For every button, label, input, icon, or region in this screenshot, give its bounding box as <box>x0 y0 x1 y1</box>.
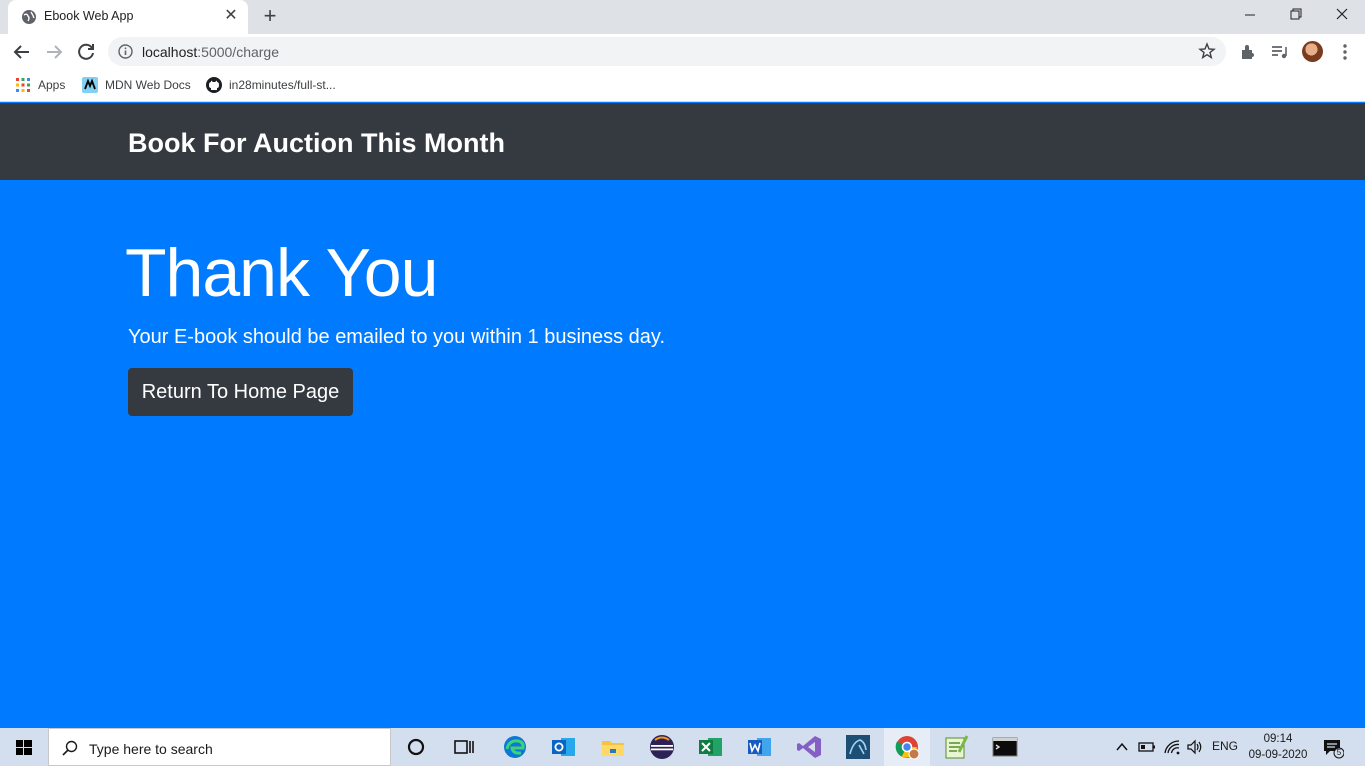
taskbar-search[interactable]: Type here to search <box>48 728 391 766</box>
bookmark-label: Apps <box>38 78 66 92</box>
cortana-icon[interactable] <box>401 732 431 762</box>
arrow-left-icon <box>13 45 29 59</box>
bookmark-label: MDN Web Docs <box>105 78 191 92</box>
battery-icon[interactable] <box>1138 739 1156 755</box>
media-control-icon[interactable] <box>1269 42 1289 62</box>
reload-button[interactable] <box>73 39 99 65</box>
github-icon <box>206 77 222 93</box>
bookmarks-bar: Apps MDN Web Docs in28minutes/full-st... <box>0 69 1365 102</box>
clock-time: 09:14 <box>1263 733 1293 745</box>
menu-kebab-icon[interactable] <box>1335 42 1355 62</box>
mdn-icon <box>82 77 98 93</box>
notification-count: 5 <box>1336 748 1342 757</box>
language-indicator[interactable]: ENG <box>1212 739 1238 753</box>
word-icon[interactable] <box>745 732 775 762</box>
browser-tabstrip: Ebook Web App ✕ + <box>0 0 1365 34</box>
restore-button[interactable] <box>1273 0 1319 30</box>
chevron-up-icon[interactable] <box>1114 739 1130 755</box>
outlook-icon[interactable] <box>549 732 579 762</box>
eclipse-icon[interactable] <box>647 732 677 762</box>
url-path: :5000/charge <box>197 44 279 60</box>
chrome-icon <box>895 736 920 760</box>
tab-close-icon[interactable]: ✕ <box>222 7 240 25</box>
close-window-button[interactable] <box>1319 0 1365 30</box>
info-icon[interactable] <box>118 44 133 59</box>
search-placeholder: Type here to search <box>89 741 213 757</box>
bookmark-mdn[interactable]: MDN Web Docs <box>82 77 197 93</box>
profile-avatar[interactable] <box>1302 41 1323 62</box>
wifi-icon[interactable] <box>1163 739 1181 755</box>
browser-toolbar: localhost:5000/charge <box>0 34 1365 69</box>
url-text: localhost:5000/charge <box>142 44 279 60</box>
task-view-icon[interactable] <box>449 732 479 762</box>
close-icon <box>1336 8 1348 20</box>
return-home-button[interactable]: Return To Home Page <box>128 368 353 416</box>
restore-icon <box>1290 8 1302 20</box>
page-title: Thank You <box>125 235 438 311</box>
visual-studio-icon[interactable] <box>794 732 824 762</box>
excel-icon[interactable] <box>696 732 726 762</box>
volume-icon[interactable] <box>1186 739 1204 755</box>
bookmark-label: in28minutes/full-st... <box>229 78 336 92</box>
site-navbar: Book For Auction This Month <box>0 103 1365 180</box>
apps-grid-icon <box>16 78 30 92</box>
new-tab-button[interactable]: + <box>258 5 282 29</box>
file-explorer-icon[interactable] <box>598 732 628 762</box>
clock-date: 09-09-2020 <box>1248 749 1308 761</box>
bookmark-github[interactable]: in28minutes/full-st... <box>206 77 346 93</box>
extensions-icon[interactable] <box>1238 42 1258 62</box>
url-host: localhost <box>142 44 198 60</box>
edge-icon[interactable] <box>500 732 530 762</box>
globe-icon <box>22 10 36 24</box>
back-button[interactable] <box>9 39 35 65</box>
windows-taskbar: Type here to search ENG 09:14 09-09-2020… <box>0 728 1365 766</box>
action-center-button[interactable]: 5 <box>1322 737 1345 759</box>
windows-logo-icon <box>16 740 32 755</box>
arrow-right-icon <box>47 45 63 59</box>
search-icon <box>62 740 78 756</box>
jumbotron: Thank You Your E-book should be emailed … <box>0 180 1365 728</box>
bookmark-apps[interactable]: Apps <box>15 77 75 93</box>
browser-tab[interactable]: Ebook Web App ✕ <box>8 0 248 34</box>
taskbar-clock[interactable]: 09:14 09-09-2020 <box>1244 731 1312 763</box>
lead-text: Your E-book should be emailed to you wit… <box>128 326 666 348</box>
notepad-plus-icon[interactable] <box>941 732 971 762</box>
address-bar[interactable]: localhost:5000/charge <box>108 37 1226 66</box>
minimize-button[interactable] <box>1227 0 1273 30</box>
forward-button[interactable] <box>41 39 67 65</box>
star-icon[interactable] <box>1198 42 1216 60</box>
mysql-workbench-icon[interactable] <box>843 732 873 762</box>
tab-title: Ebook Web App <box>44 9 134 23</box>
reload-icon <box>78 43 94 60</box>
start-button[interactable] <box>0 728 48 766</box>
chrome-taskbar-button[interactable] <box>884 728 930 766</box>
terminal-icon[interactable] <box>990 732 1020 762</box>
navbar-brand[interactable]: Book For Auction This Month <box>128 128 505 159</box>
minimize-icon <box>1245 14 1255 16</box>
